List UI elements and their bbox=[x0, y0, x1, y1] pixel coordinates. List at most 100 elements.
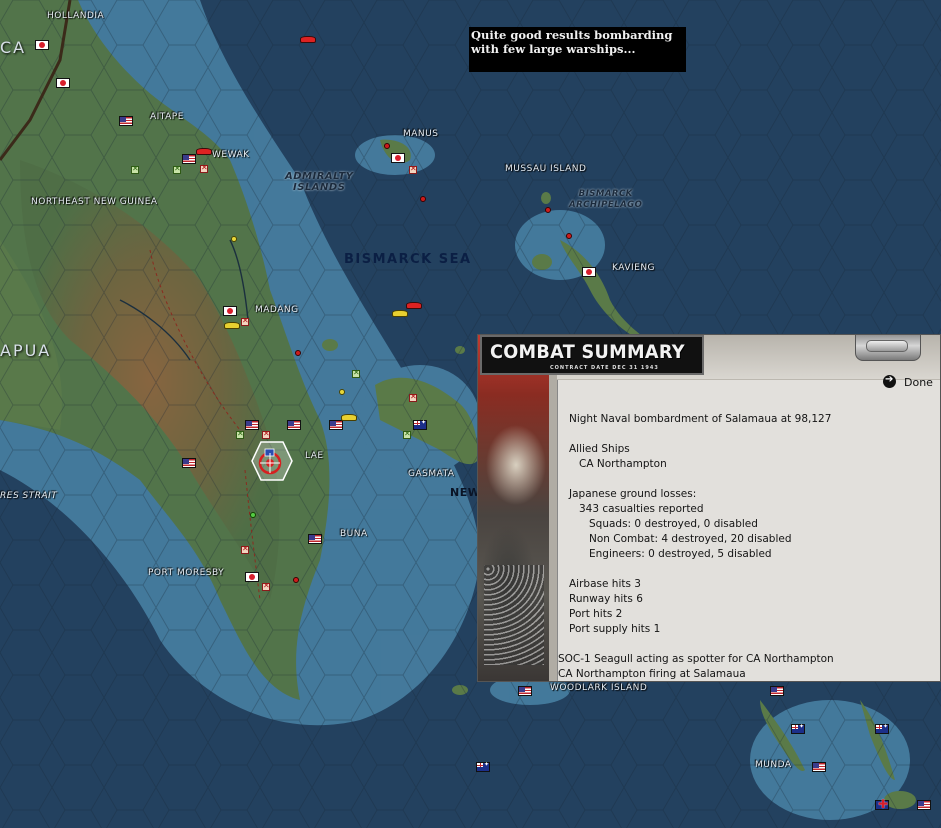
base-icon[interactable] bbox=[262, 429, 270, 439]
label-archipelago: ARCHIPELAGO bbox=[569, 200, 643, 210]
report-port-hits: Port hits 2 bbox=[569, 608, 623, 620]
base-icon[interactable] bbox=[173, 164, 181, 174]
label-new: NEW bbox=[450, 486, 481, 499]
ship-icon[interactable] bbox=[224, 322, 240, 329]
base-icon[interactable] bbox=[409, 164, 417, 174]
ship-icon[interactable] bbox=[392, 310, 408, 317]
japan-flag-icon[interactable] bbox=[582, 267, 596, 277]
label-manus: MANUS bbox=[403, 129, 439, 139]
ship-icon[interactable] bbox=[406, 302, 422, 309]
unit-dot-icon[interactable] bbox=[339, 389, 345, 395]
label-kavieng: KAVIENG bbox=[612, 263, 656, 273]
base-icon[interactable] bbox=[262, 581, 270, 591]
unit-dot-icon[interactable] bbox=[566, 233, 572, 239]
label-port-moresby: PORT MORESBY bbox=[148, 568, 225, 578]
label-papua: APUA bbox=[0, 341, 52, 360]
base-icon[interactable] bbox=[409, 392, 417, 402]
us-flag-icon[interactable] bbox=[770, 686, 784, 696]
label-buna: BUNA bbox=[340, 529, 368, 539]
label-lae: LAE bbox=[305, 451, 324, 461]
us-flag-icon[interactable] bbox=[182, 458, 196, 468]
japan-flag-icon[interactable] bbox=[35, 40, 49, 50]
label-admiralty-islands: ADMIRALTY ISLANDS bbox=[285, 171, 353, 193]
report-squads: Squads: 0 destroyed, 0 disabled bbox=[589, 518, 758, 530]
uk-flag-icon[interactable] bbox=[875, 797, 889, 811]
clipboard-clip-icon bbox=[855, 335, 921, 361]
caption-line-2: with few large warships... bbox=[471, 42, 636, 56]
base-icon[interactable] bbox=[131, 164, 139, 174]
label-strait: RES STRAIT bbox=[0, 491, 58, 501]
caption-box: Quite good results bombarding with few l… bbox=[469, 27, 686, 72]
unit-dot-icon[interactable] bbox=[231, 236, 237, 242]
label-bismarck: BISMARCK bbox=[578, 189, 633, 199]
label-mussau-island: MUSSAU ISLAND bbox=[505, 164, 587, 174]
label-gasmata: GASMATA bbox=[408, 469, 455, 479]
label-islands: ISLANDS bbox=[293, 182, 346, 193]
label-ca: CA bbox=[0, 38, 27, 57]
us-flag-icon[interactable] bbox=[917, 800, 931, 810]
us-flag-icon[interactable] bbox=[308, 534, 322, 544]
report-losses-header: Japanese ground losses: bbox=[569, 488, 697, 500]
decorative-photo bbox=[478, 335, 549, 681]
label-bismarck-sea: BISMARCK SEA bbox=[344, 252, 472, 267]
arrow-right-icon[interactable] bbox=[883, 374, 896, 388]
unit-dot-icon[interactable] bbox=[295, 350, 301, 356]
base-icon[interactable] bbox=[352, 368, 360, 378]
ship-icon[interactable] bbox=[300, 36, 316, 43]
unit-dot-icon[interactable] bbox=[420, 196, 426, 202]
australia-flag-icon[interactable] bbox=[476, 761, 490, 772]
label-northeast-new-guinea: NORTHEAST NEW GUINEA bbox=[31, 197, 158, 207]
australia-flag-icon[interactable] bbox=[791, 723, 805, 734]
combat-report[interactable]: Night Naval bombardment of Salamaua at 9… bbox=[557, 409, 940, 681]
japan-flag-icon[interactable] bbox=[223, 306, 237, 316]
us-flag-icon[interactable] bbox=[182, 154, 196, 164]
report-casualties: 343 casualties reported bbox=[579, 503, 704, 515]
us-flag-icon[interactable] bbox=[329, 420, 343, 430]
us-flag-icon[interactable] bbox=[245, 420, 259, 430]
label-admiralty: ADMIRALTY bbox=[285, 171, 354, 182]
label-bismarck-archipelago: BISMARCK ARCHIPELAGO bbox=[569, 189, 642, 211]
report-port-supply-hits: Port supply hits 1 bbox=[569, 623, 661, 635]
us-flag-icon[interactable] bbox=[518, 686, 532, 696]
japan-flag-icon[interactable] bbox=[391, 153, 405, 163]
report-firing: CA Northampton firing at Salamaua bbox=[558, 668, 746, 680]
base-icon[interactable] bbox=[241, 316, 249, 326]
base-icon[interactable] bbox=[200, 163, 208, 173]
ship-icon[interactable] bbox=[341, 414, 357, 421]
report-allied-header: Allied Ships bbox=[569, 443, 630, 455]
report-spotter: SOC-1 Seagull acting as spotter for CA N… bbox=[558, 653, 834, 665]
base-icon[interactable] bbox=[241, 544, 249, 554]
report-headline: Night Naval bombardment of Salamaua at 9… bbox=[569, 413, 832, 425]
japan-flag-icon[interactable] bbox=[56, 78, 70, 88]
base-icon[interactable] bbox=[236, 429, 244, 439]
caption-line-1: Quite good results bombarding bbox=[471, 28, 673, 42]
report-allied-ship: CA Northampton bbox=[579, 458, 667, 470]
report-engineers: Engineers: 0 destroyed, 5 disabled bbox=[589, 548, 772, 560]
unit-dot-icon[interactable] bbox=[250, 512, 256, 518]
label-munda: MUNDA bbox=[755, 760, 792, 770]
japan-flag-icon[interactable] bbox=[245, 572, 259, 582]
australia-flag-icon[interactable] bbox=[875, 723, 889, 734]
label-wewak: WEWAK bbox=[212, 150, 250, 160]
us-flag-icon[interactable] bbox=[119, 116, 133, 126]
combat-summary-panel: COMBAT SUMMARY CONTRACT DATE DEC 31 1943… bbox=[477, 334, 941, 682]
label-hollandia: HOLLANDIA bbox=[47, 11, 105, 21]
unit-dot-icon[interactable] bbox=[384, 143, 390, 149]
done-button-label[interactable]: Done bbox=[904, 376, 933, 389]
label-aitape: AITAPE bbox=[150, 112, 184, 122]
base-icon[interactable] bbox=[403, 429, 411, 439]
panel-subtitle: CONTRACT DATE DEC 31 1943 bbox=[550, 365, 659, 371]
report-airbase-hits: Airbase hits 3 bbox=[569, 578, 641, 590]
ship-icon[interactable] bbox=[196, 148, 212, 155]
unit-dot-icon[interactable] bbox=[545, 207, 551, 213]
australia-flag-icon[interactable] bbox=[413, 419, 427, 430]
label-woodlark-island: WOODLARK ISLAND bbox=[550, 683, 648, 693]
unit-dot-icon[interactable] bbox=[293, 577, 299, 583]
report-runway-hits: Runway hits 6 bbox=[569, 593, 643, 605]
us-flag-icon[interactable] bbox=[287, 420, 301, 430]
label-madang: MADANG bbox=[255, 305, 299, 315]
title-plate: COMBAT SUMMARY CONTRACT DATE DEC 31 1943 bbox=[480, 335, 704, 375]
selected-hex-marker[interactable] bbox=[251, 441, 293, 481]
us-flag-icon[interactable] bbox=[812, 762, 826, 772]
panel-title: COMBAT SUMMARY bbox=[490, 341, 685, 363]
